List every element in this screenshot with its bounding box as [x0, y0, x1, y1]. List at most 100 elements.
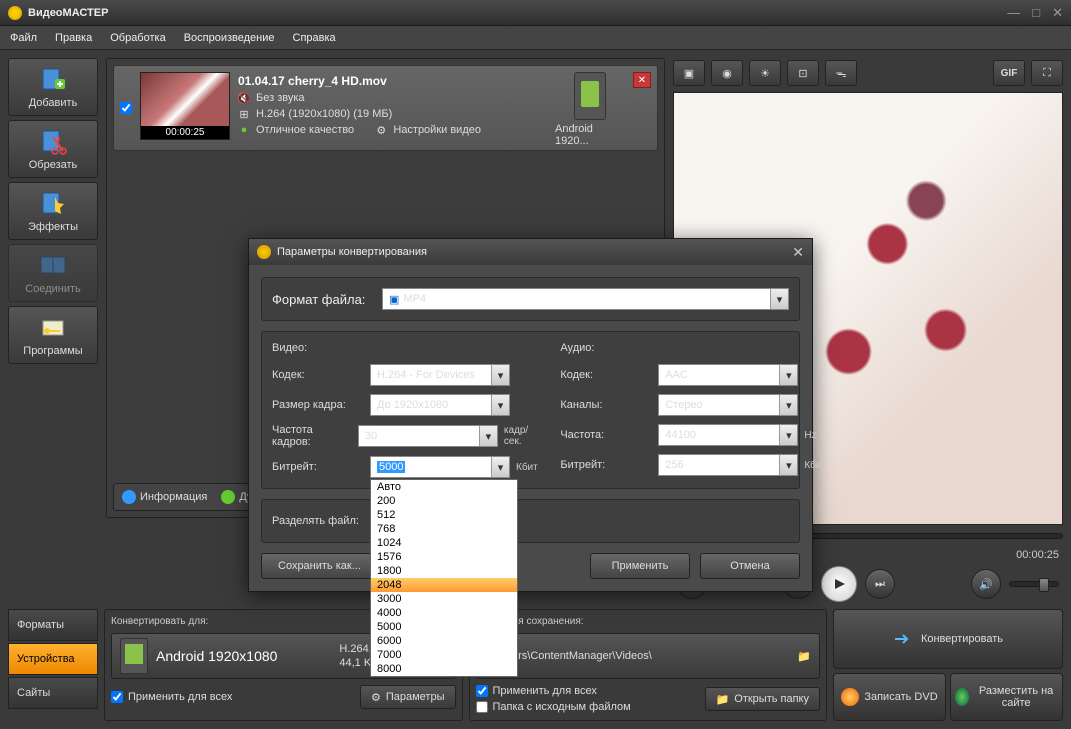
crop-tool[interactable]: ▣	[673, 60, 705, 86]
disc-icon	[841, 688, 859, 706]
next-button[interactable]: ⏭	[865, 569, 895, 599]
play-button[interactable]	[821, 566, 857, 602]
menu-edit[interactable]: Правка	[55, 32, 92, 44]
minimize-button[interactable]: —	[1007, 5, 1020, 21]
file-item[interactable]: 00:00:25 01.04.17 cherry_4 HD.mov 🔇Без з…	[113, 65, 658, 151]
dialog-icon	[257, 245, 271, 259]
format-label: Формат файла:	[272, 292, 372, 307]
bitrate-option[interactable]: 1024	[371, 536, 517, 550]
bottom-tabs: Форматы Устройства Сайты	[8, 609, 98, 721]
titlebar: ВидеоМАСТЕР — □ ✕	[0, 0, 1071, 26]
duplicate-icon	[221, 490, 235, 504]
menu-process[interactable]: Обработка	[110, 32, 165, 44]
audio-codec-combo[interactable]: AAC▾	[658, 364, 798, 386]
tab-devices[interactable]: Устройства	[8, 643, 98, 675]
sidebar-programs[interactable]: Программы	[8, 306, 98, 364]
frame-tool[interactable]: ⊡	[787, 60, 819, 86]
sidebar: Добавить Обрезать Эффекты Соединить Прог…	[8, 58, 98, 601]
folder-panel: Папка для сохранения: C:\Users\ContentMa…	[469, 609, 828, 721]
folder-path[interactable]: C:\Users\ContentManager\Videos\ 📁	[476, 633, 821, 679]
publish-button[interactable]: Разместить на сайте	[950, 673, 1063, 721]
folder-icon: 📁	[716, 693, 730, 706]
bitrate-option[interactable]: 768	[371, 522, 517, 536]
menu-help[interactable]: Справка	[293, 32, 336, 44]
info-icon	[122, 490, 136, 504]
audio-bitrate-combo[interactable]: 256▾	[658, 454, 798, 476]
audio-freq-combo[interactable]: 44100▾	[658, 424, 798, 446]
save-as-button[interactable]: Сохранить как...	[261, 553, 378, 579]
app-icon	[8, 6, 22, 20]
android-icon	[120, 638, 148, 674]
bitrate-option[interactable]: 8000	[371, 662, 517, 676]
cancel-button[interactable]: Отмена	[700, 553, 800, 579]
gear-icon: ⚙	[375, 124, 387, 136]
audio-channels-combo[interactable]: Стерео▾	[658, 394, 798, 416]
video-fps-combo[interactable]: 30▾	[358, 425, 498, 447]
convert-button[interactable]: Конвертировать	[833, 609, 1063, 669]
bitrate-option[interactable]: 5000	[371, 620, 517, 634]
file-duration: 00:00:25	[141, 126, 229, 139]
bitrate-option[interactable]: Авто	[371, 480, 517, 494]
brightness-tool[interactable]: ☀	[749, 60, 781, 86]
info-button[interactable]: Информация	[122, 490, 207, 504]
file-device[interactable]: Android 1920...	[555, 72, 625, 147]
audio-header: Аудио:	[560, 342, 826, 354]
same-folder-checkbox[interactable]: Папка с исходным файлом	[476, 701, 631, 713]
params-button[interactable]: ⚙Параметры	[360, 685, 456, 709]
dialog-close-button[interactable]: ✕	[792, 244, 804, 261]
speed-tool[interactable]: ᯓ	[825, 60, 857, 86]
codec-icon: ⊞	[238, 108, 250, 120]
maximize-button[interactable]: □	[1032, 5, 1040, 21]
file-remove-button[interactable]: ✕	[633, 72, 651, 88]
burn-dvd-button[interactable]: Записать DVD	[833, 673, 946, 721]
sidebar-effects[interactable]: Эффекты	[8, 182, 98, 240]
volume-slider[interactable]	[1009, 581, 1059, 587]
file-checkbox[interactable]	[120, 102, 132, 114]
bitrate-option[interactable]: 512	[371, 508, 517, 522]
video-codec-combo[interactable]: H.264 - For Devices▾	[370, 364, 510, 386]
video-bitrate-combo[interactable]: 5000▾ Авто 200 512 768 1024 1576 1800 2	[370, 456, 510, 478]
fullscreen-button[interactable]: ⛶	[1031, 60, 1063, 86]
globe-icon	[955, 688, 969, 706]
sidebar-add[interactable]: Добавить	[8, 58, 98, 116]
adjust-tool[interactable]: ◉	[711, 60, 743, 86]
chevron-down-icon: ▾	[770, 289, 788, 309]
speaker-icon: 🔇	[238, 92, 250, 104]
bitrate-dropdown: Авто 200 512 768 1024 1576 1800 2048 300…	[370, 479, 518, 677]
file-name: 01.04.17 cherry_4 HD.mov	[238, 74, 547, 88]
bitrate-option[interactable]: 7000	[371, 648, 517, 662]
bitrate-option[interactable]: 1800	[371, 564, 517, 578]
bitrate-option[interactable]: 2048	[371, 578, 517, 592]
apply-all-checkbox[interactable]: Применить для всех	[111, 691, 232, 703]
sidebar-cut[interactable]: Обрезать	[8, 120, 98, 178]
tab-sites[interactable]: Сайты	[8, 677, 98, 709]
file-thumbnail[interactable]: 00:00:25	[140, 72, 230, 140]
sidebar-join[interactable]: Соединить	[8, 244, 98, 302]
bitrate-option[interactable]: 4000	[371, 606, 517, 620]
dialog-titlebar[interactable]: Параметры конвертирования ✕	[249, 239, 812, 265]
bitrate-option[interactable]: 200	[371, 494, 517, 508]
quality-icon: ●	[238, 124, 250, 136]
apply-button[interactable]: Применить	[590, 553, 690, 579]
bitrate-option[interactable]: 6000	[371, 634, 517, 648]
video-size-combo[interactable]: До 1920x1080▾	[370, 394, 510, 416]
open-folder-button[interactable]: 📁Открыть папку	[705, 687, 820, 711]
folder-icon[interactable]: 📁	[797, 650, 811, 663]
convert-params-dialog: Параметры конвертирования ✕ Формат файла…	[248, 238, 813, 592]
bitrate-option[interactable]: 3000	[371, 592, 517, 606]
gif-button[interactable]: GIF	[993, 60, 1025, 86]
format-combo[interactable]: ▣MP4▾	[382, 288, 789, 310]
close-button[interactable]: ✕	[1052, 5, 1063, 21]
tab-formats[interactable]: Форматы	[8, 609, 98, 641]
action-panel: Конвертировать Записать DVD Разместить н…	[833, 609, 1063, 721]
menu-playback[interactable]: Воспроизведение	[184, 32, 275, 44]
app-title: ВидеоМАСТЕР	[28, 7, 1007, 19]
gear-icon: ⚙	[371, 691, 381, 704]
volume-button[interactable]: 🔊	[971, 569, 1001, 599]
video-header: Видео:	[272, 342, 540, 354]
file-settings-link[interactable]: Настройки видео	[393, 124, 481, 136]
bitrate-option[interactable]: 1576	[371, 550, 517, 564]
menu-file[interactable]: Файл	[10, 32, 37, 44]
apply-all-folder-checkbox[interactable]: Применить для всех	[476, 685, 631, 697]
android-icon	[574, 72, 606, 120]
